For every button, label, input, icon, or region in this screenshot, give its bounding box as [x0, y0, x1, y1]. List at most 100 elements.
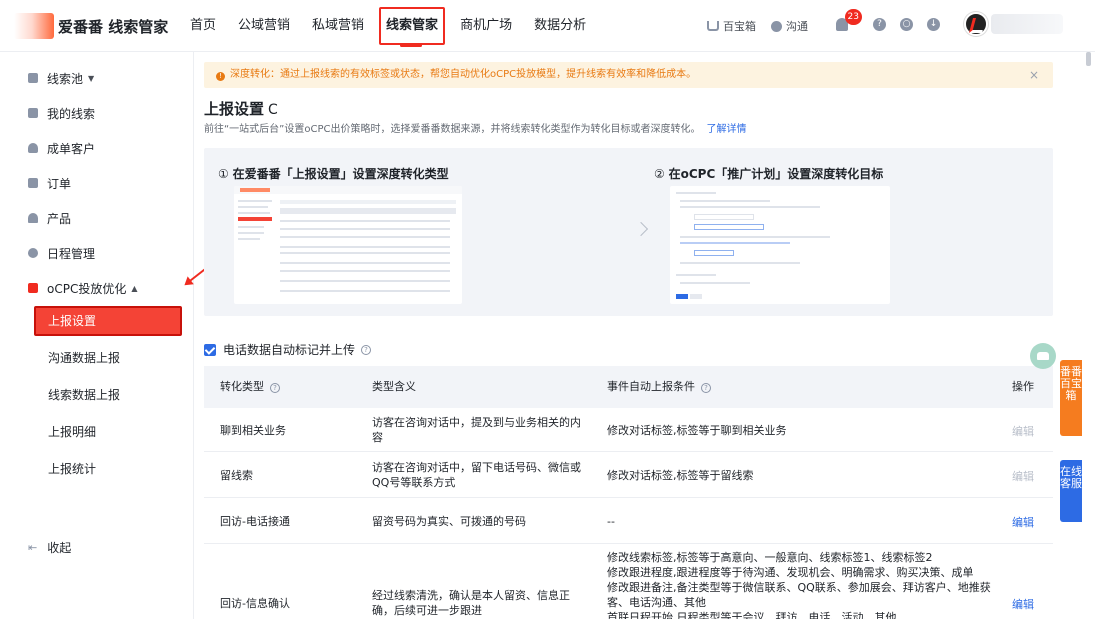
product-icon: [28, 213, 38, 223]
checkbox-label: 电话数据自动标记并上传: [223, 343, 356, 357]
nav-item-lead-manager[interactable]: 线索管家: [379, 0, 446, 52]
cell-report-condition: --: [607, 515, 615, 528]
question-icon[interactable]: ?: [361, 344, 372, 355]
sidebar-item-lead-pool[interactable]: 线索池 ▼: [28, 68, 94, 88]
column-header-conversion-type: 转化类型?: [220, 366, 280, 408]
step-1-text: 在爱番番「上报设置」设置深度转化类型: [232, 167, 449, 181]
info-icon: !: [216, 72, 225, 81]
auto-mark-phone-data-checkbox[interactable]: 电话数据自动标记并上传 ?: [204, 341, 372, 358]
question-icon[interactable]: ?: [270, 383, 280, 393]
user-name-redacted[interactable]: [991, 14, 1063, 34]
sidebar-subitem-lead-data-report[interactable]: 线索数据上报: [48, 386, 120, 403]
treasure-box-button[interactable]: 百宝箱: [707, 18, 756, 34]
question-icon[interactable]: ?: [701, 383, 711, 393]
avatar[interactable]: [964, 12, 988, 36]
active-tab-underline: [400, 44, 423, 47]
setup-steps-panel: ① 在爱番番「上报设置」设置深度转化类型 ② 在oCPC「推广计划」设置深度转化…: [204, 148, 1053, 316]
sidebar-subitem-report-stats[interactable]: 上报统计: [48, 460, 96, 477]
cell-conversion-type: 留线索: [220, 469, 253, 482]
cell-type-meaning: 访客在咨询对话中，提及到与业务相关的内容: [372, 416, 581, 444]
step-2-number: ②: [654, 167, 665, 181]
notification-badge: 23: [844, 9, 862, 25]
nav-item-home[interactable]: 首页: [190, 0, 216, 52]
annotation-highlight-box: [379, 7, 446, 45]
sidebar-subitem-report-settings[interactable]: 上报设置: [34, 306, 182, 336]
my-leads-icon: [28, 108, 38, 118]
sidebar-item-closed-customers[interactable]: 成单客户: [28, 138, 95, 158]
sidebar-item-label: 产品: [47, 211, 72, 226]
step-2-text: 在oCPC「推广计划」设置深度转化目标: [668, 167, 884, 181]
refresh-icon[interactable]: C: [268, 102, 278, 118]
sidebar-subitem-chat-data-report[interactable]: 沟通数据上报: [48, 349, 120, 366]
page-title-text: 上报设置: [204, 100, 265, 118]
chat-button[interactable]: 沟通: [771, 18, 808, 34]
column-header-type-meaning: 类型含义: [372, 380, 416, 393]
caret-down-icon: ▼: [88, 73, 95, 83]
lead-pool-icon: [28, 73, 38, 83]
chevron-right-icon: [633, 221, 649, 237]
person-icon: [28, 143, 38, 153]
sidebar-collapse-button[interactable]: ⇤ 收起: [28, 539, 71, 556]
table-row: 留线索 访客在咨询对话中，留下电话号码、微信或QQ号等联系方式 修改对话标签,标…: [204, 452, 1053, 498]
treasure-box-label: 百宝箱: [723, 20, 756, 33]
nav-item-data-analysis[interactable]: 数据分析: [534, 0, 586, 52]
deep-conversion-notice: ! 深度转化：通过上报线索的有效标签或状态，帮您自动优化oCPC投放模型，提升线索…: [204, 62, 1053, 88]
help-icon[interactable]: ?: [873, 18, 886, 31]
cell-conversion-type: 回访-电话接通: [220, 515, 290, 528]
sidebar-item-ocpc[interactable]: oCPC投放优化 ▲: [28, 278, 138, 298]
close-icon[interactable]: ×: [1029, 62, 1039, 88]
logo-mark: [14, 13, 54, 39]
download-icon[interactable]: ↓: [927, 18, 940, 31]
brand-name: 爱番番 线索管家: [58, 17, 169, 36]
sidebar-item-label: 线索池: [47, 71, 84, 86]
sidebar-item-my-leads[interactable]: 我的线索: [28, 103, 95, 123]
sidebar-item-schedule[interactable]: 日程管理: [28, 243, 95, 263]
nav-item-private-marketing[interactable]: 私域营销: [312, 0, 364, 52]
sidebar-item-products[interactable]: 产品: [28, 208, 71, 228]
table-row: 回访-电话接通 留资号码为真实、可拨通的号码 -- 编辑: [204, 498, 1053, 544]
brand-logo[interactable]: 爱番番 线索管家: [14, 13, 168, 39]
edit-link[interactable]: 编辑: [1012, 596, 1034, 612]
step-1-number: ①: [218, 167, 229, 181]
chat-icon: [771, 20, 782, 32]
phone-float-icon[interactable]: [1030, 343, 1056, 369]
cell-report-condition: 修改线索标签,标签等于高意向、一般意向、线索标签1、线索标签2 修改跟进程度,跟…: [607, 551, 991, 619]
learn-more-link[interactable]: 了解详情: [706, 124, 746, 135]
cell-type-meaning: 经过线索清洗，确认是本人留资、信息正确，后续可进一步跟进: [372, 589, 570, 617]
step-2-screenshot: [670, 186, 890, 304]
cell-type-meaning: 访客在咨询对话中，留下电话号码、微信或QQ号等联系方式: [372, 461, 581, 489]
sidebar-item-label: 我的线索: [47, 106, 96, 121]
sidebar-item-orders[interactable]: 订单: [28, 173, 71, 193]
sidebar-item-label: 成单客户: [47, 141, 96, 156]
nav-item-opportunity-square[interactable]: 商机广场: [460, 0, 512, 52]
top-navigation-bar: 爱番番 线索管家 首页 公域营销 私域营销 线索管家 商机广场 数据分析 百宝箱…: [0, 0, 1095, 52]
cell-report-condition: 修改对话标签,标签等于留线索: [607, 469, 754, 482]
table-row: 聊到相关业务 访客在咨询对话中，提及到与业务相关的内容 修改对话标签,标签等于聊…: [204, 408, 1053, 452]
page-scrollbar[interactable]: [1086, 52, 1091, 66]
collapse-icon: ⇤: [28, 541, 38, 554]
step-1-screenshot: [234, 186, 462, 304]
header-label: 事件自动上报条件: [607, 380, 695, 393]
clock-icon: [28, 248, 38, 258]
ocpc-icon: [28, 283, 38, 293]
edit-link[interactable]: 编辑: [1012, 514, 1034, 530]
treasure-box-float-tab[interactable]: 番番百宝箱: [1060, 360, 1082, 436]
edit-link-disabled: 编辑: [1012, 470, 1034, 483]
settings-icon[interactable]: ○: [900, 18, 913, 31]
cell-type-meaning: 留资号码为真实、可拨通的号码: [372, 515, 526, 528]
step-1-title: ① 在爱番番「上报设置」设置深度转化类型: [218, 165, 449, 182]
cell-conversion-type: 回访-信息确认: [220, 597, 290, 610]
conversion-type-table: 转化类型? 类型含义 事件自动上报条件? 操作 聊到相关业务 访客在咨询对话中，…: [204, 366, 1053, 619]
sidebar-item-label: 订单: [47, 176, 72, 191]
page-description: 前往“一站式后台”设置oCPC出价策略时，选择爱番番数据来源，并将线索转化类型作…: [204, 120, 746, 135]
nav-item-public-marketing[interactable]: 公域营销: [238, 0, 290, 52]
sidebar-item-label: 日程管理: [47, 246, 96, 261]
online-service-float-tab[interactable]: 在线客服: [1060, 460, 1082, 522]
checkbox-checked-icon[interactable]: [204, 343, 216, 356]
page-title: 上报设置 C: [204, 98, 278, 119]
chat-label: 沟通: [786, 20, 808, 33]
table-row: 回访-信息确认 经过线索清洗，确认是本人留资、信息正确，后续可进一步跟进 修改线…: [204, 544, 1053, 619]
table-header: 转化类型? 类型含义 事件自动上报条件? 操作: [204, 366, 1053, 408]
sidebar-subitem-report-detail[interactable]: 上报明细: [48, 423, 96, 440]
description-text: 前往“一站式后台”设置oCPC出价策略时，选择爱番番数据来源，并将线索转化类型作…: [204, 124, 701, 135]
